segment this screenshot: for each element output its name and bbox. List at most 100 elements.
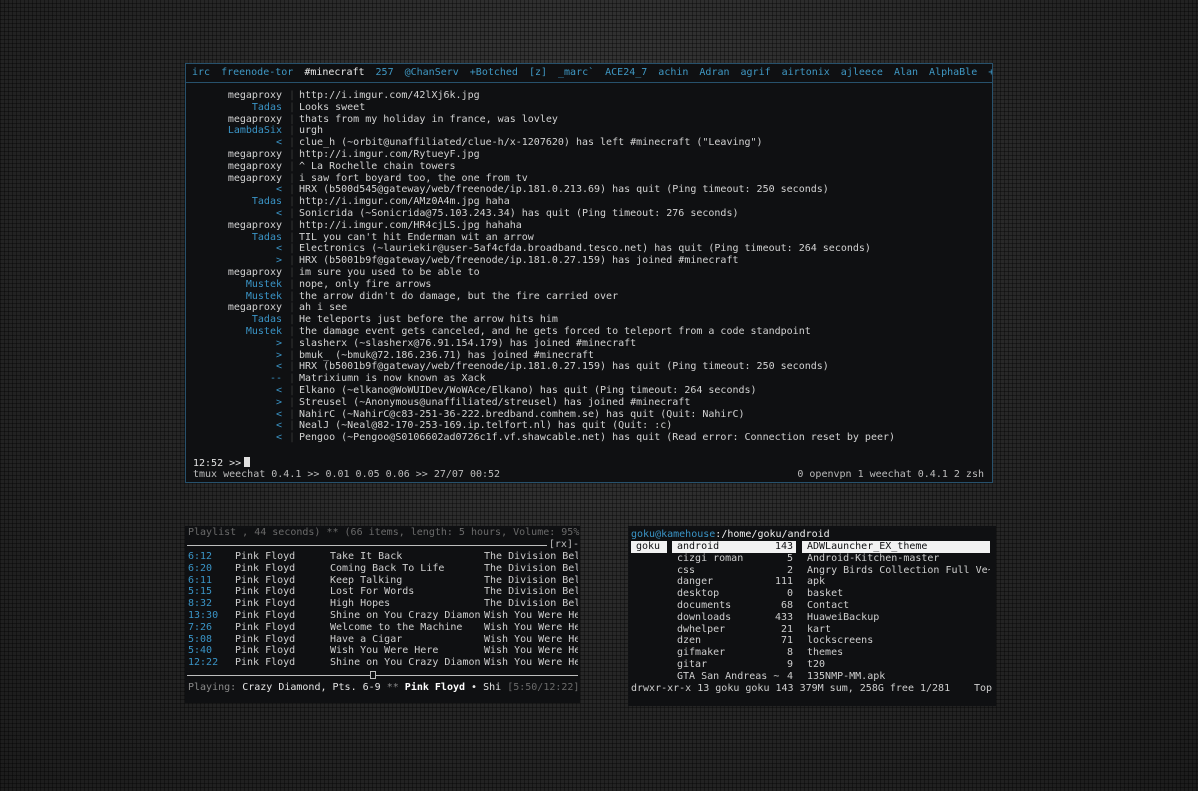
weechat-window[interactable]: irc freenode-tor #minecraft 257 @ChanServ +Bo… [185, 63, 993, 483]
track-album: Wish You Were He [484, 633, 578, 645]
ranger-statusbar: drwxr-xr-x 13 goku goku 143 379M sum, 25… [631, 683, 992, 694]
track-title: High Hopes [330, 598, 391, 610]
directory-entry[interactable]: android 143 [672, 541, 796, 553]
parent-column[interactable]: goku [631, 541, 667, 553]
chat-line: Mustek | the damage event gets canceled, a… [186, 326, 992, 338]
dir-name: GTA San Andreas ~ [677, 670, 780, 682]
nicklist-entry[interactable]: 257 [376, 67, 394, 78]
playlist-row[interactable]: 12:22 Pink Floyd Shine on You Crazy Diamon… [188, 657, 578, 669]
playlist-row[interactable]: 5:15 Pink Floyd Lost For Words The Division… [188, 586, 578, 598]
nicklist-entry[interactable]: freenode-tor [221, 67, 293, 78]
nicklist-entry[interactable]: agrif [741, 67, 771, 78]
message-nick: megaproxy [227, 266, 282, 278]
directory-entry[interactable]: documents 68 [672, 600, 796, 612]
nicklist-entry[interactable]: ajleece [841, 67, 883, 78]
playlist-row[interactable]: 5:40 Pink Floyd Wish You Were Here Wish You… [188, 645, 578, 657]
track-duration: 5:15 [188, 586, 213, 598]
nicklist-entry[interactable]: +Botched [470, 67, 518, 78]
preview-entry[interactable]: HuaweiBackup [802, 612, 990, 624]
nicklist-entry[interactable]: ACE24_7 [605, 67, 647, 78]
playlist-row[interactable]: 7:26 Pink Floyd Welcome to the Machine Wish… [188, 622, 578, 634]
preview-entry[interactable]: basket [802, 588, 990, 600]
nicklist-entry[interactable]: achin [658, 67, 688, 78]
playlist[interactable]: 6:12 Pink Floyd Take It Back The Division B… [188, 551, 578, 669]
progress-knob[interactable] [370, 671, 376, 679]
preview-entry[interactable]: Android-Kitchen-master [802, 553, 990, 565]
nicklist-entry[interactable]: #minecraft [304, 67, 364, 78]
directory-entry[interactable]: danger 111 [672, 576, 796, 588]
input-line[interactable]: 12:52 >> [193, 457, 251, 469]
message-nick: < [275, 184, 282, 196]
message-text: urgh [299, 125, 324, 137]
ncmpcpp-window[interactable]: Playlist , 44 seconds) ** (66 items, len… [185, 526, 580, 703]
preview-entry[interactable]: ADWLauncher_EX_theme [802, 541, 990, 553]
nicklist-entry[interactable]: @ChanServ [405, 67, 459, 78]
preview-entry[interactable]: 135NMP-MM.apk [802, 671, 990, 683]
message-nick: LambdaSix [227, 125, 282, 137]
nicklist-entry[interactable]: ++ [988, 67, 992, 78]
directory-entry[interactable]: downloads 433 [672, 612, 796, 624]
directory-entry[interactable]: desktop 0 [672, 588, 796, 600]
playlist-row[interactable]: 8:32 Pink Floyd High Hopes The Division Bel [188, 598, 578, 610]
preview-entry[interactable]: themes [802, 647, 990, 659]
chat-line: > | Streusel (~Anonymous@unaffiliated/stre… [186, 397, 992, 409]
current-column[interactable]: android 143 cizgi roman 5 css 2 danger 111 deskt… [672, 541, 796, 683]
chat-line: megaproxy | i saw fort boyard too, the one… [186, 173, 992, 185]
preview-entry[interactable]: kart [802, 624, 990, 636]
track-artist: Pink Floyd [235, 609, 296, 621]
chat-line: megaproxy | ^ La Rochelle chain towers [186, 161, 992, 173]
chat-line: < | Pengoo (~Pengoo@S0106602ad0726c1f.vf.s… [186, 432, 992, 444]
playlist-row[interactable]: 5:08 Pink Floyd Have a Cigar Wish You Were … [188, 634, 578, 646]
track-duration: 6:12 [188, 551, 213, 562]
message-nick: Mustek [245, 278, 282, 290]
message-text: Sonicrida (~Sonicrida@75.103.243.34) has… [299, 207, 739, 219]
nicklist-entry[interactable]: [z] [529, 67, 547, 78]
nicklist-entry[interactable]: Alan [894, 67, 918, 78]
message-nick: > [275, 349, 282, 361]
nick-separator: | [289, 196, 296, 208]
preview-entry[interactable]: lockscreens [802, 635, 990, 647]
track-duration: 6:11 [188, 574, 213, 586]
directory-entry[interactable]: gifmaker 8 [672, 647, 796, 659]
directory-entry[interactable]: dzen 71 [672, 635, 796, 647]
nicklist-entry[interactable]: AlphaBle [929, 67, 977, 78]
nicklist-entry[interactable]: _marc` [558, 67, 594, 78]
message-nick: -- [269, 373, 282, 385]
preview-column[interactable]: ADWLauncher_EX_theme Android-Kitchen-mast… [802, 541, 990, 683]
preview-entry[interactable]: Contact [802, 600, 990, 612]
chat-line: megaproxy | thats from my holiday in franc… [186, 114, 992, 126]
parent-dir-entry[interactable]: goku [631, 541, 667, 553]
ranger-window[interactable]: goku@kamehouse:/home/goku/android goku a… [628, 526, 996, 706]
message-text: http://i.imgur.com/42lXj6k.jpg [299, 90, 480, 101]
directory-entry[interactable]: cizgi roman 5 [672, 553, 796, 565]
nicklist-entry[interactable]: Adran [699, 67, 729, 78]
playlist-row[interactable]: 13:30 Pink Floyd Shine on You Crazy Diamon… [188, 610, 578, 622]
message-nick: Tadas [251, 196, 282, 208]
playlist-row[interactable]: 6:11 Pink Floyd Keep Talking The Division B… [188, 575, 578, 587]
playing-title: Crazy Diamond, Pts. 6-9 [242, 682, 381, 693]
playlist-row[interactable]: 6:12 Pink Floyd Take It Back The Division B… [188, 551, 578, 563]
directory-entry[interactable]: GTA San Andreas ~ 4 [672, 671, 796, 683]
progress-bar[interactable] [187, 675, 578, 676]
directory-entry[interactable]: gitar 9 [672, 659, 796, 671]
nicklist-entry[interactable]: airtonix [782, 67, 830, 78]
nick-separator: | [289, 349, 296, 361]
directory-entry[interactable]: dwhelper 21 [672, 624, 796, 636]
message-nick: Tadas [251, 101, 282, 113]
track-artist: Pink Floyd [235, 621, 296, 633]
message-text: the damage event gets canceled, and he g… [299, 325, 811, 337]
tmux-status-bar: tmux weechat 0.4.1 >> 0.01 0.05 0.06 >> … [193, 469, 984, 480]
nick-separator: | [289, 278, 296, 290]
nicklist-entry[interactable]: irc [192, 67, 210, 78]
message-text: Elkano (~elkano@WoWUIDev/WoWAce/Elkano) … [299, 384, 757, 396]
track-artist: Pink Floyd [235, 574, 296, 586]
playlist-row[interactable]: 6:20 Pink Floyd Coming Back To Life The Div… [188, 563, 578, 575]
preview-entry[interactable]: apk [802, 576, 990, 588]
chat-line: Tadas | TIL you can't hit Enderman wit an … [186, 232, 992, 244]
preview-entry[interactable]: t20 [802, 659, 990, 671]
preview-entry[interactable]: Angry Birds Collection Full Ve~ [802, 565, 990, 577]
message-text: http://i.imgur.com/HR4cjLS.jpg hahaha [299, 219, 522, 231]
playing-label: Playing: [188, 682, 237, 693]
nick-separator: | [289, 420, 296, 432]
directory-entry[interactable]: css 2 [672, 565, 796, 577]
